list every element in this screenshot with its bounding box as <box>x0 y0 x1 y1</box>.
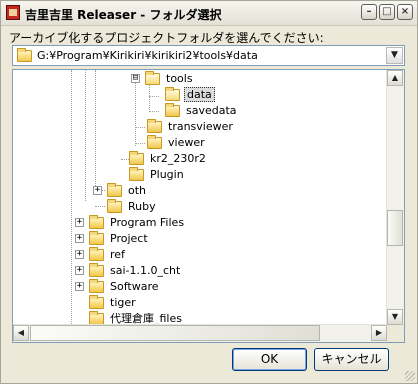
folder-icon <box>89 247 104 261</box>
vertical-scrollbar[interactable]: ▲ ▼ <box>386 70 404 325</box>
path-combobox[interactable]: G:¥Program¥Kirikiri¥kirikiri2¥tools¥data… <box>12 45 405 66</box>
tree-line <box>95 70 96 190</box>
folder-icon <box>147 135 162 149</box>
folder-icon <box>147 119 162 133</box>
tree-line <box>149 83 150 112</box>
folder-icon <box>129 167 144 181</box>
tree-node-savedata[interactable]: savedata <box>165 103 265 119</box>
tree-node-sai[interactable]: + sai-1.1.0_cht <box>75 263 215 279</box>
scroll-up-button[interactable]: ▲ <box>387 70 403 86</box>
title-bar[interactable]: 吉里吉里 Releaser - フォルダ選択 – □ × <box>1 1 417 26</box>
tree-node-kr2-230r2[interactable]: kr2_230r2 <box>129 151 239 167</box>
scroll-right-button[interactable]: ▶ <box>371 325 387 341</box>
dropdown-arrow-button[interactable]: ▼ <box>386 47 403 64</box>
horizontal-scrollbar[interactable]: ◀ ▶ <box>13 324 387 342</box>
horizontal-scroll-thumb[interactable] <box>30 325 320 341</box>
tree-line <box>95 206 105 207</box>
window-title: 吉里吉里 Releaser - フォルダ選択 <box>25 8 222 22</box>
tree-node-label: Plugin <box>150 168 184 181</box>
tree-node-label: viewer <box>168 136 205 149</box>
expand-toggle[interactable]: + <box>75 218 84 227</box>
folder-icon <box>165 103 180 117</box>
tree-line <box>149 96 159 97</box>
expand-toggle[interactable]: + <box>75 282 84 291</box>
expand-toggle[interactable]: + <box>75 266 84 275</box>
tree-node-transviewer[interactable]: transviewer <box>147 119 267 135</box>
tree-node-ruby[interactable]: Ruby <box>107 199 207 215</box>
scroll-left-button[interactable]: ◀ <box>13 325 29 341</box>
tree-node-plugin[interactable]: Plugin <box>129 167 229 183</box>
folder-icon <box>107 183 122 197</box>
folder-tree[interactable]: ⊟ tools data savedata transviewer viewer… <box>12 69 405 343</box>
tree-node-label: tools <box>166 72 193 85</box>
folder-icon <box>129 151 144 165</box>
tree-node-label: Software <box>110 280 159 293</box>
scrollbar-corner <box>387 325 404 342</box>
resize-grip[interactable] <box>405 371 415 381</box>
folder-icon <box>89 295 104 309</box>
tree-line <box>85 70 86 201</box>
tree-line <box>71 70 72 326</box>
expand-toggle[interactable]: + <box>93 186 102 195</box>
vertical-scroll-thumb[interactable] <box>387 210 403 246</box>
folder-icon <box>89 231 104 245</box>
app-icon <box>6 5 20 20</box>
folder-icon <box>89 263 104 277</box>
cancel-button[interactable]: キャンセル <box>314 348 389 371</box>
tree-line <box>135 82 136 146</box>
close-button[interactable]: × <box>397 4 413 20</box>
tree-node-label: tiger <box>110 296 136 309</box>
tree-node-label: sai-1.1.0_cht <box>110 264 181 277</box>
folder-open-icon <box>165 87 180 101</box>
tree-node-project[interactable]: + Project <box>75 231 195 247</box>
expand-toggle[interactable]: + <box>75 250 84 259</box>
tree-line <box>149 111 159 112</box>
folder-icon <box>89 215 104 229</box>
tree-line <box>135 143 145 144</box>
tree-node-data[interactable]: data <box>165 87 245 103</box>
folder-icon <box>89 279 104 293</box>
ok-button[interactable]: OK <box>232 348 307 371</box>
tree-node-ref[interactable]: + ref <box>75 247 175 263</box>
tree-node-oth[interactable]: + oth <box>93 183 193 199</box>
tree-node-label: savedata <box>186 104 237 117</box>
tree-node-label: Program Files <box>110 216 185 229</box>
maximize-button[interactable]: □ <box>379 4 395 20</box>
tree-node-label: ref <box>110 248 125 261</box>
folder-open-icon <box>145 71 160 85</box>
collapse-toggle[interactable]: ⊟ <box>131 74 140 83</box>
tree-node-tools[interactable]: ⊟ tools <box>131 71 251 87</box>
folder-icon <box>107 199 122 213</box>
tree-node-viewer[interactable]: viewer <box>147 135 247 151</box>
tree-node-label: Ruby <box>128 200 156 213</box>
tree-node-label: transviewer <box>168 120 233 133</box>
tree-node-tiger[interactable]: tiger <box>89 295 189 311</box>
tree-line <box>135 127 145 128</box>
tree-node-program-files[interactable]: + Program Files <box>75 215 215 231</box>
tree-node-software[interactable]: + Software <box>75 279 195 295</box>
tree-node-label: oth <box>128 184 147 197</box>
tree-node-label: kr2_230r2 <box>150 152 206 165</box>
folder-icon <box>17 48 32 62</box>
expand-toggle[interactable]: + <box>75 234 84 243</box>
minimize-button[interactable]: – <box>361 4 377 20</box>
tree-node-label: data <box>184 87 215 102</box>
path-value: G:¥Program¥Kirikiri¥kirikiri2¥tools¥data <box>37 49 258 62</box>
folder-select-dialog: 吉里吉里 Releaser - フォルダ選択 – □ × アーカイブ化するプロジ… <box>0 0 418 384</box>
tree-node-label: Project <box>110 232 148 245</box>
instruction-label: アーカイブ化するプロジェクトフォルダを選んでください: <box>9 31 324 45</box>
scroll-down-button[interactable]: ▼ <box>387 309 403 325</box>
